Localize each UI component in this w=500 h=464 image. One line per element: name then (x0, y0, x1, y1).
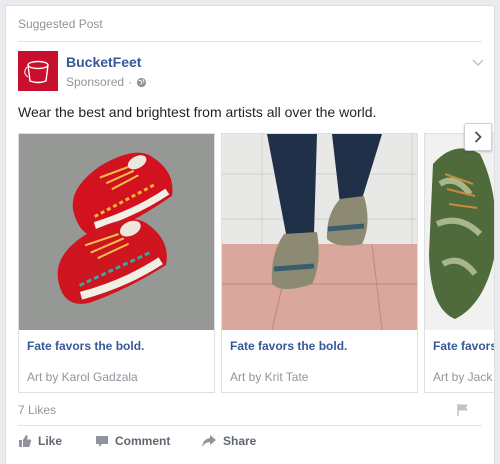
card-image-2[interactable] (222, 134, 417, 330)
card-description-3: Art by Jack (433, 370, 493, 384)
likes-count[interactable]: 7 Likes (18, 403, 56, 417)
carousel-card-3[interactable]: Fate favors the bold. Art by Jack (424, 133, 494, 393)
post-meta: Sponsored · (66, 75, 147, 89)
bucket-logo-icon (18, 51, 58, 91)
carousel-card-2[interactable]: Fate favors the bold. Art by Krit Tate (221, 133, 418, 393)
carousel: Fate favors the bold. Art by Karol Gadza… (18, 133, 494, 395)
share-label: Share (223, 434, 257, 448)
card-description-2: Art by Krit Tate (230, 370, 309, 384)
share-button[interactable]: Share (201, 434, 256, 448)
card-image-3[interactable] (425, 134, 494, 330)
suggested-post-label: Suggested Post (18, 17, 103, 31)
page-name-link[interactable]: BucketFeet (66, 54, 141, 70)
actions-divider (18, 425, 482, 426)
card-image-1[interactable] (19, 134, 214, 330)
like-label: Like (38, 434, 63, 448)
share-arrow-icon (202, 435, 216, 447)
card-title-3[interactable]: Fate favors the bold. (433, 339, 494, 353)
header-divider (18, 41, 482, 42)
sponsored-link[interactable]: Sponsored (66, 75, 124, 89)
post-options-button[interactable] (472, 54, 484, 72)
chevron-down-icon (472, 59, 484, 67)
action-bar: Like Comment Share (18, 434, 256, 448)
red-sneakers-image (19, 134, 214, 330)
carousel-next-button[interactable] (464, 123, 492, 151)
chevron-right-icon (474, 131, 482, 143)
comment-button[interactable]: Comment (95, 434, 201, 448)
tiled-sneakers-image (222, 134, 417, 330)
card-title-1[interactable]: Fate favors the bold. (27, 339, 144, 353)
post-message: Wear the best and brightest from artists… (18, 104, 377, 120)
card-description-1: Art by Karol Gadzala (27, 370, 138, 384)
comment-icon (96, 436, 108, 447)
card-title-2[interactable]: Fate favors the bold. (230, 339, 347, 353)
sponsored-post: Suggested Post BucketFeet Sponsored · We… (5, 5, 495, 464)
thumbs-up-icon (19, 435, 32, 447)
comment-label: Comment (115, 434, 171, 448)
globe-icon[interactable] (136, 77, 147, 88)
flag-icon (457, 404, 468, 416)
meta-separator: · (128, 75, 133, 89)
page-logo[interactable] (18, 51, 58, 91)
like-button[interactable]: Like (18, 434, 95, 448)
camo-sneakers-image (425, 134, 494, 330)
carousel-card-1[interactable]: Fate favors the bold. Art by Karol Gadza… (18, 133, 215, 393)
report-button[interactable] (456, 403, 470, 422)
